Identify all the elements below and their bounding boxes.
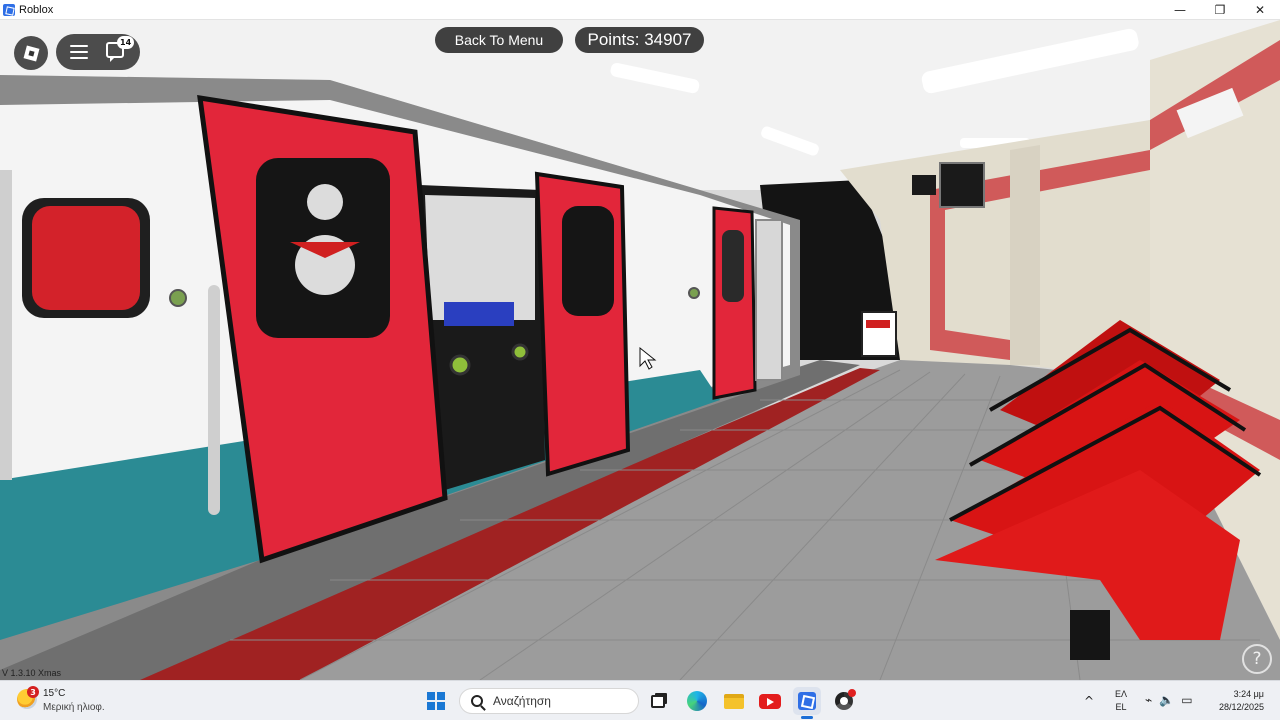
file-explorer-icon[interactable] bbox=[722, 689, 746, 713]
platform-monitor bbox=[939, 162, 985, 208]
window-titlebar: Roblox — ❐ ✕ bbox=[0, 0, 1280, 20]
system-tray-icons[interactable]: ⌁ 🔈 ▭ bbox=[1145, 693, 1193, 707]
warning-sign bbox=[861, 311, 897, 357]
search-placeholder: Αναζήτηση bbox=[493, 694, 551, 708]
task-view-icon[interactable] bbox=[646, 689, 670, 713]
train-ad-panel bbox=[32, 206, 140, 310]
close-button[interactable]: ✕ bbox=[1240, 0, 1280, 20]
language-code: ΕΛ bbox=[1115, 689, 1128, 699]
platform-monitor bbox=[912, 175, 936, 195]
roblox-menu-button[interactable] bbox=[14, 36, 48, 70]
door-button bbox=[688, 287, 700, 299]
edge-browser-icon[interactable] bbox=[685, 689, 709, 713]
chrome-browser-icon[interactable] bbox=[832, 689, 856, 713]
snowman-decoration bbox=[307, 184, 343, 220]
points-counter: Points: 34907 bbox=[575, 27, 704, 53]
train-handrail bbox=[208, 285, 220, 515]
train-seat-blue bbox=[444, 302, 514, 326]
clock-date: 28/12/2025 bbox=[1218, 702, 1264, 712]
search-icon bbox=[471, 695, 483, 707]
game-viewport[interactable]: 14 Back To Menu Points: 34907 V 1.3.10 X… bbox=[0, 20, 1280, 680]
train-pole bbox=[0, 170, 12, 480]
subway-station-scene bbox=[0, 20, 1280, 680]
hamburger-menu-icon[interactable] bbox=[70, 45, 88, 59]
network-icon[interactable]: ⌁ bbox=[1145, 693, 1152, 707]
door-decoration bbox=[511, 343, 529, 361]
door-window bbox=[722, 230, 744, 302]
game-version-label: V 1.3.10 Xmas bbox=[2, 668, 62, 678]
input-language-indicator[interactable]: ΕΛ EL bbox=[1115, 688, 1127, 714]
help-button[interactable]: ? bbox=[1242, 644, 1272, 674]
volume-icon[interactable]: 🔈 bbox=[1159, 693, 1174, 707]
weather-temperature[interactable]: 15°C bbox=[43, 688, 65, 699]
train-cab-door bbox=[755, 219, 783, 381]
door-window bbox=[562, 206, 614, 316]
maximize-button[interactable]: ❐ bbox=[1200, 0, 1240, 20]
tray-overflow-chevron-icon[interactable]: ^ bbox=[1084, 694, 1094, 708]
bench-leg bbox=[1070, 610, 1110, 660]
weather-notification-badge: 3 bbox=[27, 686, 39, 698]
door-decoration bbox=[449, 354, 471, 376]
windows-taskbar: 3 15°C Μερική ηλιοφ. Αναζήτηση ^ ΕΛ EL ⌁… bbox=[0, 680, 1280, 720]
wall-column bbox=[1010, 145, 1040, 365]
roblox-app-icon bbox=[3, 3, 15, 16]
roblox-taskbar-icon[interactable] bbox=[793, 687, 821, 715]
door-button bbox=[169, 289, 187, 307]
keyboard-layout-code: EL bbox=[1115, 702, 1127, 712]
clock-time: 3:24 μμ bbox=[1233, 689, 1264, 699]
chat-unread-badge: 14 bbox=[117, 36, 135, 49]
window-title: Roblox bbox=[19, 3, 54, 16]
weather-description[interactable]: Μερική ηλιοφ. bbox=[43, 702, 105, 713]
minimize-button[interactable]: — bbox=[1160, 0, 1200, 20]
taskbar-clock[interactable]: 3:24 μμ 28/12/2025 bbox=[1219, 688, 1264, 714]
roblox-logo-icon bbox=[23, 45, 39, 61]
windows-start-icon[interactable] bbox=[427, 692, 445, 710]
window-controls: — ❐ ✕ bbox=[1160, 0, 1280, 20]
taskbar-search-box[interactable]: Αναζήτηση bbox=[459, 688, 639, 714]
back-to-menu-button[interactable]: Back To Menu bbox=[435, 27, 563, 53]
youtube-icon[interactable] bbox=[758, 689, 782, 713]
battery-icon[interactable]: ▭ bbox=[1181, 693, 1192, 707]
active-app-indicator bbox=[801, 716, 813, 719]
warning-sign-stripe bbox=[866, 320, 890, 328]
doorway-interior bbox=[425, 195, 535, 320]
